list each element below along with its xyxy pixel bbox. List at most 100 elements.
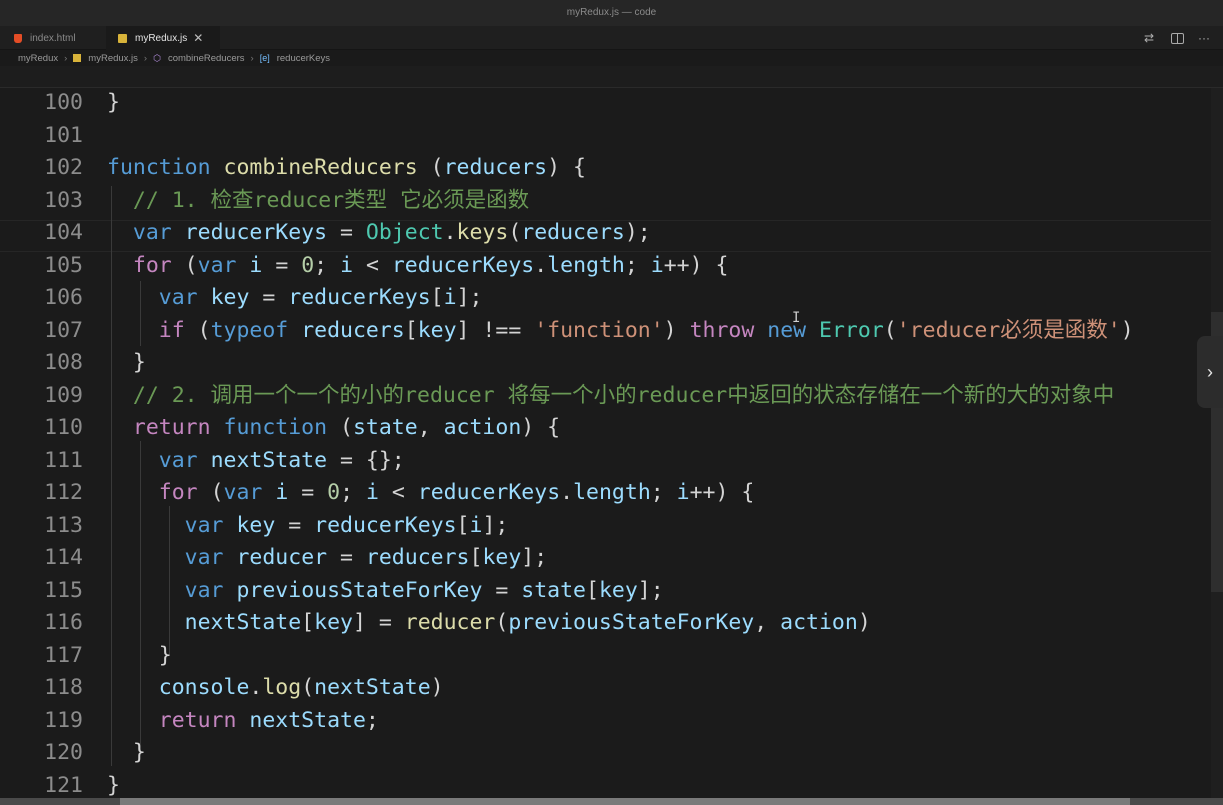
code-line[interactable]: 102 function combineReducers (reducers) { xyxy=(0,152,1223,184)
code-line[interactable]: 107 if (typeof reducers[key] !== 'functi… xyxy=(0,315,1223,347)
code-token: reducers xyxy=(521,220,625,245)
tab-myredux-js[interactable]: myRedux.js ✕ xyxy=(106,26,220,50)
code-token: typeof xyxy=(210,317,289,343)
code-token: ) xyxy=(857,610,871,635)
code-text: } xyxy=(107,347,146,379)
code-token: reducerKeys xyxy=(417,480,561,505)
code-token: Object xyxy=(365,220,444,245)
code-token: reducers xyxy=(301,317,405,343)
horizontal-scrollbar[interactable] xyxy=(0,798,1223,805)
code-token: i xyxy=(469,512,483,538)
code-token: = xyxy=(327,220,366,245)
code-token: [ xyxy=(586,577,599,603)
code-line[interactable]: 109 // 2. 调用一个一个的小的reducer 将每一个小的reducer… xyxy=(0,380,1223,412)
code-token: 0 xyxy=(301,252,315,278)
variable-symbol-icon: [e] xyxy=(259,53,270,63)
code-line[interactable]: 104 var reducerKeys = Object.keys(reduce… xyxy=(0,217,1223,249)
code-line[interactable]: 112 for (var i = 0; i < reducerKeys.leng… xyxy=(0,477,1223,509)
code-line[interactable]: 108 } xyxy=(0,347,1223,379)
code-token: for xyxy=(158,480,198,505)
sticky-scroll-header[interactable]: 90 › function bindActionCreators (action… xyxy=(0,66,1223,88)
js-file-icon xyxy=(73,54,82,62)
code-token: state xyxy=(521,577,586,603)
code-line[interactable]: 101 xyxy=(0,120,1223,152)
code-token: , xyxy=(754,610,781,635)
code-line[interactable]: 116 nextState[key] = reducer(previousSta… xyxy=(0,607,1223,639)
horizontal-scrollbar-thumb[interactable] xyxy=(120,798,1130,805)
code-line[interactable]: 113 var key = reducerKeys[i]; xyxy=(0,510,1223,542)
code-token: ( xyxy=(495,610,509,635)
code-token: = xyxy=(288,480,328,505)
code-token: i xyxy=(676,480,690,505)
tab-label: myRedux.js xyxy=(135,32,188,44)
line-number: 111 xyxy=(44,447,83,473)
code-token: ) { xyxy=(547,155,586,180)
code-text: } xyxy=(107,737,146,769)
tab-index-html[interactable]: index.html xyxy=(0,26,106,50)
code-token: . xyxy=(560,480,574,505)
code-line[interactable]: 110 return function (state, action) { xyxy=(0,412,1223,444)
code-text: } xyxy=(107,87,120,119)
code-line[interactable]: 117 } xyxy=(0,640,1223,672)
code-token: reducerKeys xyxy=(288,285,431,310)
breadcrumb-function[interactable]: combineReducers xyxy=(168,53,245,64)
line-number: 114 xyxy=(44,545,83,570)
code-token: reducers xyxy=(443,155,548,180)
code-token: 'reducer必须是函数' xyxy=(896,317,1121,343)
tab-label: index.html xyxy=(30,32,76,44)
line-number: 109 xyxy=(44,382,83,408)
code-line[interactable]: 100} xyxy=(0,87,1223,119)
breadcrumb-file[interactable]: myRedux.js xyxy=(88,53,138,64)
code-token: key xyxy=(210,285,250,310)
close-icon[interactable]: ✕ xyxy=(193,31,203,45)
code-token: ]; xyxy=(637,577,664,603)
code-line[interactable]: 114 var reducer = reducers[key]; xyxy=(0,542,1223,574)
code-editor[interactable]: 90 › function bindActionCreators (action… xyxy=(0,66,1223,798)
code-token: . xyxy=(249,675,263,700)
more-actions-icon[interactable]: ··· xyxy=(1198,32,1211,44)
code-token: i xyxy=(650,252,664,278)
chevron-right-icon: › xyxy=(250,52,254,64)
code-token: combineReducers xyxy=(223,155,418,180)
code-line[interactable]: 120 } xyxy=(0,737,1223,769)
code-text: if (typeof reducers[key] !== 'function')… xyxy=(107,315,1134,347)
code-token: state xyxy=(352,415,418,440)
line-number: 113 xyxy=(44,512,83,538)
line-number: 105 xyxy=(44,252,83,278)
code-line[interactable]: 103 // 1. 检查reducer类型 它必须是函数 xyxy=(0,185,1223,217)
compare-changes-icon[interactable]: ⇄ xyxy=(1144,32,1157,44)
split-editor-icon[interactable] xyxy=(1171,32,1184,44)
breadcrumb-variable[interactable]: reducerKeys xyxy=(277,53,330,64)
code-line[interactable]: 111 var nextState = {}; xyxy=(0,445,1223,477)
code-line[interactable]: 119 return nextState; xyxy=(0,705,1223,737)
js-file-icon xyxy=(118,33,127,43)
chevron-right-icon[interactable]: › xyxy=(1197,336,1223,408)
chevron-right-icon: › xyxy=(143,52,148,64)
code-line[interactable]: 118 console.log(nextState) xyxy=(0,672,1223,704)
code-line[interactable]: 121} xyxy=(0,770,1223,799)
line-number: 118 xyxy=(44,675,83,700)
chevron-right-icon: › xyxy=(64,52,68,64)
code-line[interactable]: 105 for (var i = 0; i < reducerKeys.leng… xyxy=(0,250,1223,282)
code-line[interactable]: 106 var key = reducerKeys[i]; xyxy=(0,282,1223,314)
code-token: ( xyxy=(508,220,522,245)
code-line[interactable]: 115 var previousStateForKey = state[key]… xyxy=(0,575,1223,607)
code-token: keys xyxy=(456,220,509,245)
code-token: ) xyxy=(663,317,690,343)
vertical-scrollbar[interactable] xyxy=(1211,66,1223,798)
line-number: 101 xyxy=(44,122,83,148)
breadcrumb-folder[interactable]: myRedux xyxy=(18,53,58,64)
code-text: for (var i = 0; i < reducerKeys.length; … xyxy=(107,477,755,509)
code-token: = xyxy=(249,285,289,310)
html-file-icon xyxy=(14,33,22,43)
code-token: ) { xyxy=(521,415,561,440)
